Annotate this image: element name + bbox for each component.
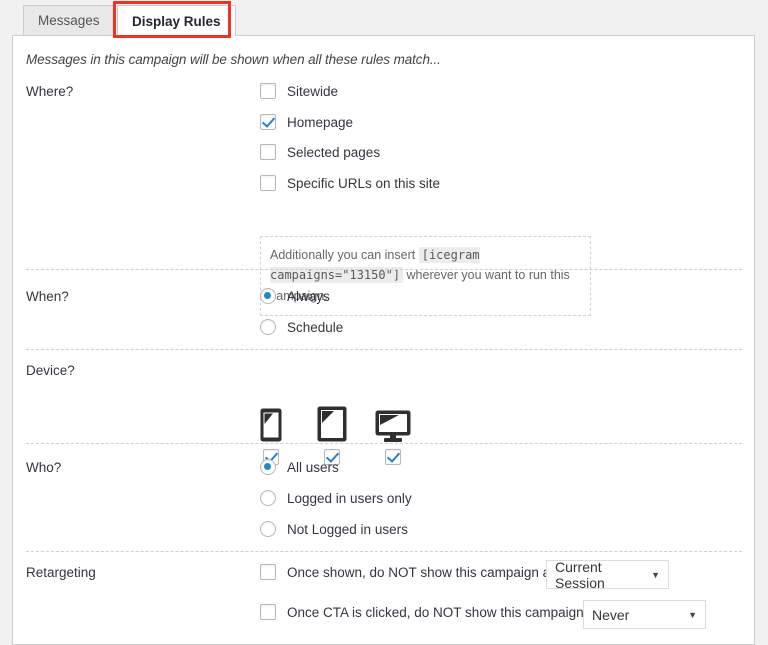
radio-all-users[interactable]: All users [260,459,339,475]
section-device-label: Device? [26,363,75,378]
checkbox-once-shown-box[interactable] [260,564,276,580]
checkbox-specific-urls-box[interactable] [260,175,276,191]
checkbox-selected-pages-box[interactable] [260,144,276,160]
checkbox-selected-pages[interactable]: Selected pages [260,144,380,160]
section-retargeting-label: Retargeting [26,565,96,580]
checkbox-specific-urls-label: Specific URLs on this site [287,176,440,191]
section-who-label: Who? [26,460,61,475]
tab-display-rules-label: Display Rules [132,14,221,29]
select-once-shown-duration[interactable]: Current Session ▼ [546,560,669,589]
divider-when-device [26,349,742,350]
checkbox-once-cta-clicked-box[interactable] [260,604,276,620]
checkbox-selected-pages-label: Selected pages [287,145,380,160]
radio-all-users-circle[interactable] [260,459,276,475]
radio-logged-in-users-only-label: Logged in users only [287,491,412,506]
tab-strip: Messages Display Rules [0,0,768,35]
radio-logged-in-users-only[interactable]: Logged in users only [260,490,412,506]
radio-not-logged-in-users[interactable]: Not Logged in users [260,521,408,537]
radio-always-label: Always [287,289,330,304]
device-desktop-checkbox[interactable] [385,449,401,465]
radio-always-circle[interactable] [260,288,276,304]
select-once-cta-duration[interactable]: Never ▼ [583,600,706,629]
device-desktop-checkbox-wrap [365,449,421,465]
radio-schedule-circle[interactable] [260,319,276,335]
radio-schedule[interactable]: Schedule [260,319,343,335]
display-rules-panel: Messages in this campaign will be shown … [12,35,755,645]
checkbox-homepage-box[interactable] [260,114,276,130]
radio-not-logged-in-users-label: Not Logged in users [287,522,408,537]
divider-where-when [26,269,742,270]
checkbox-sitewide-box[interactable] [260,83,276,99]
radio-all-users-label: All users [287,460,339,475]
chevron-down-icon: ▼ [643,570,660,580]
intro-text: Messages in this campaign will be shown … [26,52,441,67]
checkbox-homepage-label: Homepage [287,115,353,130]
select-once-shown-duration-value: Current Session [555,559,643,591]
tab-messages[interactable]: Messages [23,5,115,35]
divider-device-who [26,443,742,444]
device-tablet[interactable] [304,402,360,465]
checkbox-once-shown[interactable]: Once shown, do NOT show this campaign ag… [260,564,595,580]
section-when-label: When? [26,289,69,304]
tab-messages-label: Messages [38,13,100,28]
section-where-label: Where? [26,84,73,99]
divider-who-retargeting [26,551,742,552]
checkbox-specific-urls[interactable]: Specific URLs on this site [260,175,440,191]
chevron-down-icon: ▼ [680,610,697,620]
radio-always[interactable]: Always [260,288,330,304]
select-once-cta-duration-value: Never [592,607,629,623]
radio-schedule-label: Schedule [287,320,343,335]
shortcode-prefix: Additionally you can insert [270,248,415,262]
device-desktop[interactable] [365,402,421,465]
radio-not-logged-in-users-circle[interactable] [260,521,276,537]
mobile-icon[interactable] [243,402,299,442]
device-mobile[interactable] [243,402,299,465]
desktop-icon[interactable] [365,402,421,442]
tab-display-rules[interactable]: Display Rules [117,5,236,36]
checkbox-sitewide[interactable]: Sitewide [260,83,338,99]
checkbox-homepage[interactable]: Homepage [260,114,353,130]
checkbox-sitewide-label: Sitewide [287,84,338,99]
tablet-icon[interactable] [304,402,360,442]
shortcode-note: Additionally you can insert [icegram cam… [260,236,591,316]
radio-logged-in-users-only-circle[interactable] [260,490,276,506]
